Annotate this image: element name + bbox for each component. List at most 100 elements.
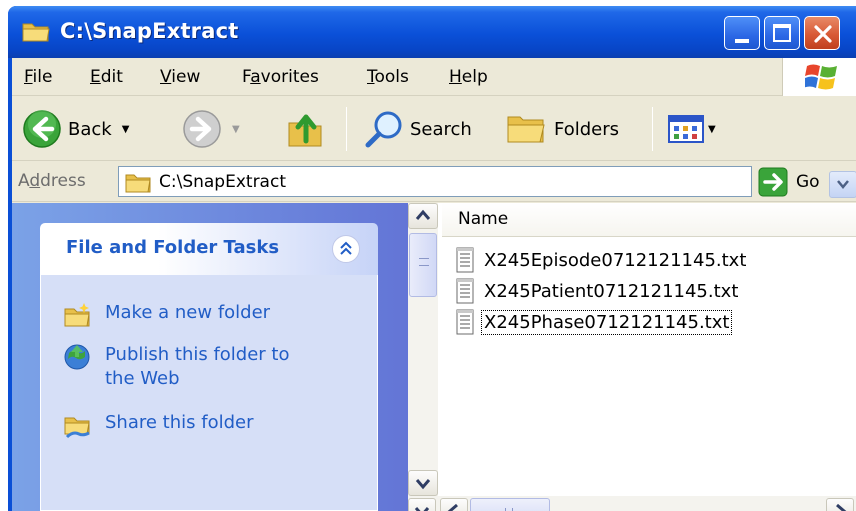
text-file-icon xyxy=(456,309,474,335)
menu-edit-label: dit xyxy=(100,67,123,87)
maximize-button[interactable] xyxy=(764,16,800,50)
minimize-button[interactable] xyxy=(724,16,760,50)
new-folder-icon xyxy=(64,303,90,327)
menu-file-label: ile xyxy=(32,67,53,87)
close-button[interactable] xyxy=(804,16,840,50)
go-button[interactable]: Go xyxy=(758,166,820,197)
maximize-icon xyxy=(773,24,791,42)
window-client: File Edit View Favorites Tools Help Back… xyxy=(12,58,856,511)
scroll-thumb[interactable] xyxy=(409,233,437,297)
forward-dropdown-icon[interactable]: ▼ xyxy=(232,124,240,135)
share-folder-link[interactable]: Share this folder xyxy=(63,411,253,439)
file-name: X245Episode0712121145.txt xyxy=(484,249,747,271)
task-label: Make a new folder xyxy=(105,302,271,323)
address-dropdown-button[interactable] xyxy=(829,171,856,198)
toolbar-separator xyxy=(652,107,653,151)
chevron-down-icon xyxy=(837,180,849,189)
menu-help-mnemonic: H xyxy=(449,67,462,87)
scroll-left-button[interactable] xyxy=(440,498,468,511)
back-label: Back xyxy=(68,118,112,140)
menu-favorites-mnemonic: a xyxy=(250,67,261,87)
menu-edit-mnemonic: E xyxy=(90,67,101,87)
horizontal-scrollbar[interactable] xyxy=(408,496,856,511)
menu-file-mnemonic: F xyxy=(24,67,33,87)
file-folder-tasks-panel: File and Folder Tasks Make a new folder … xyxy=(40,223,378,511)
folders-label: Folders xyxy=(554,118,620,140)
scroll-up-button[interactable] xyxy=(408,203,438,229)
menu-help-label: elp xyxy=(461,67,488,87)
address-label: Address xyxy=(18,171,86,191)
go-arrow-icon xyxy=(758,167,788,196)
menu-tools-label: ools xyxy=(374,67,409,87)
chevron-left-icon xyxy=(447,503,458,511)
views-button[interactable]: ▼ xyxy=(668,105,716,153)
horizontal-scroll-thumb[interactable] xyxy=(470,498,550,511)
publish-folder-link[interactable]: Publish this folder to the Web xyxy=(63,343,323,391)
task-label: Publish this folder to the Web xyxy=(105,344,290,389)
share-folder-icon xyxy=(64,417,90,439)
file-item[interactable]: X245Episode0712121145.txt xyxy=(454,245,748,275)
menu-file[interactable]: File xyxy=(24,67,52,87)
text-file-icon xyxy=(456,278,474,304)
address-field[interactable]: C:\SnapExtract xyxy=(118,166,856,198)
menu-favorites-pre: F xyxy=(242,67,251,87)
scroll-down-button[interactable] xyxy=(408,470,438,496)
tasks-header[interactable]: File and Folder Tasks xyxy=(40,223,378,275)
file-list-pane[interactable]: Name X245Episode0712121145.txt X245Patie… xyxy=(408,203,856,511)
vertical-scrollbar[interactable] xyxy=(408,203,438,496)
file-name: X245Phase0712121145.txt xyxy=(480,309,733,335)
menu-tools[interactable]: Tools xyxy=(367,67,409,87)
task-pane: File and Folder Tasks Make a new folder … xyxy=(12,203,408,511)
explorer-window: C:\SnapExtract File Edit View Favorites … xyxy=(8,6,856,511)
address-label-pre: A xyxy=(18,171,30,191)
up-folder-icon xyxy=(288,114,322,147)
menu-favorites-label: vorites xyxy=(260,67,319,87)
windows-logo xyxy=(782,58,856,96)
minimize-icon xyxy=(735,39,749,43)
address-value: C:\SnapExtract xyxy=(159,172,286,192)
go-label: Go xyxy=(796,171,820,192)
scroll-corner-down-button[interactable] xyxy=(408,498,436,511)
tasks-body: Make a new folder Publish this folder to… xyxy=(40,275,378,511)
chevron-down-icon xyxy=(414,507,430,511)
explorer-content: File and Folder Tasks Make a new folder … xyxy=(12,203,856,511)
publish-web-icon xyxy=(64,344,90,370)
forward-button[interactable]: ▼ xyxy=(182,105,240,153)
chevron-down-icon xyxy=(415,479,431,490)
chevron-right-icon xyxy=(836,503,847,511)
task-label: Share this folder xyxy=(105,412,254,433)
folder-icon xyxy=(22,23,50,42)
views-icon xyxy=(668,115,704,143)
views-dropdown-icon[interactable]: ▼ xyxy=(708,124,716,135)
collapse-button[interactable] xyxy=(332,235,360,263)
search-icon xyxy=(365,111,402,148)
menu-edit[interactable]: Edit xyxy=(90,67,123,87)
search-label: Search xyxy=(410,118,472,140)
back-button[interactable]: Back ▼ xyxy=(22,105,129,153)
menu-bar: File Edit View Favorites Tools Help xyxy=(12,58,856,96)
folders-icon xyxy=(507,116,545,143)
scroll-right-button[interactable] xyxy=(826,498,854,511)
menu-tools-mnemonic: T xyxy=(367,67,375,87)
title-bar[interactable]: C:\SnapExtract xyxy=(8,6,856,58)
name-column-header[interactable]: Name xyxy=(442,203,856,237)
file-item-selected[interactable]: X245Phase0712121145.txt xyxy=(454,307,733,337)
folders-button[interactable]: Folders xyxy=(506,105,619,153)
menu-view-mnemonic: V xyxy=(160,67,172,87)
address-label-mnemonic: d xyxy=(29,171,41,191)
close-icon xyxy=(814,25,832,43)
back-arrow-icon xyxy=(23,110,61,148)
file-item[interactable]: X245Patient0712121145.txt xyxy=(454,276,740,306)
up-folder-button[interactable] xyxy=(286,105,324,153)
tasks-title: File and Folder Tasks xyxy=(66,237,280,258)
menu-help[interactable]: Help xyxy=(449,67,488,87)
menu-favorites[interactable]: Favorites xyxy=(242,67,319,87)
back-dropdown-icon[interactable]: ▼ xyxy=(122,124,130,135)
search-button[interactable]: Search xyxy=(364,105,472,153)
chevron-up-icon xyxy=(340,241,352,255)
menu-view[interactable]: View xyxy=(160,67,200,87)
address-label-rest: dress xyxy=(40,171,86,191)
menu-view-label: iew xyxy=(171,67,201,87)
window-title: C:\SnapExtract xyxy=(60,19,239,43)
make-new-folder-link[interactable]: Make a new folder xyxy=(63,301,270,329)
